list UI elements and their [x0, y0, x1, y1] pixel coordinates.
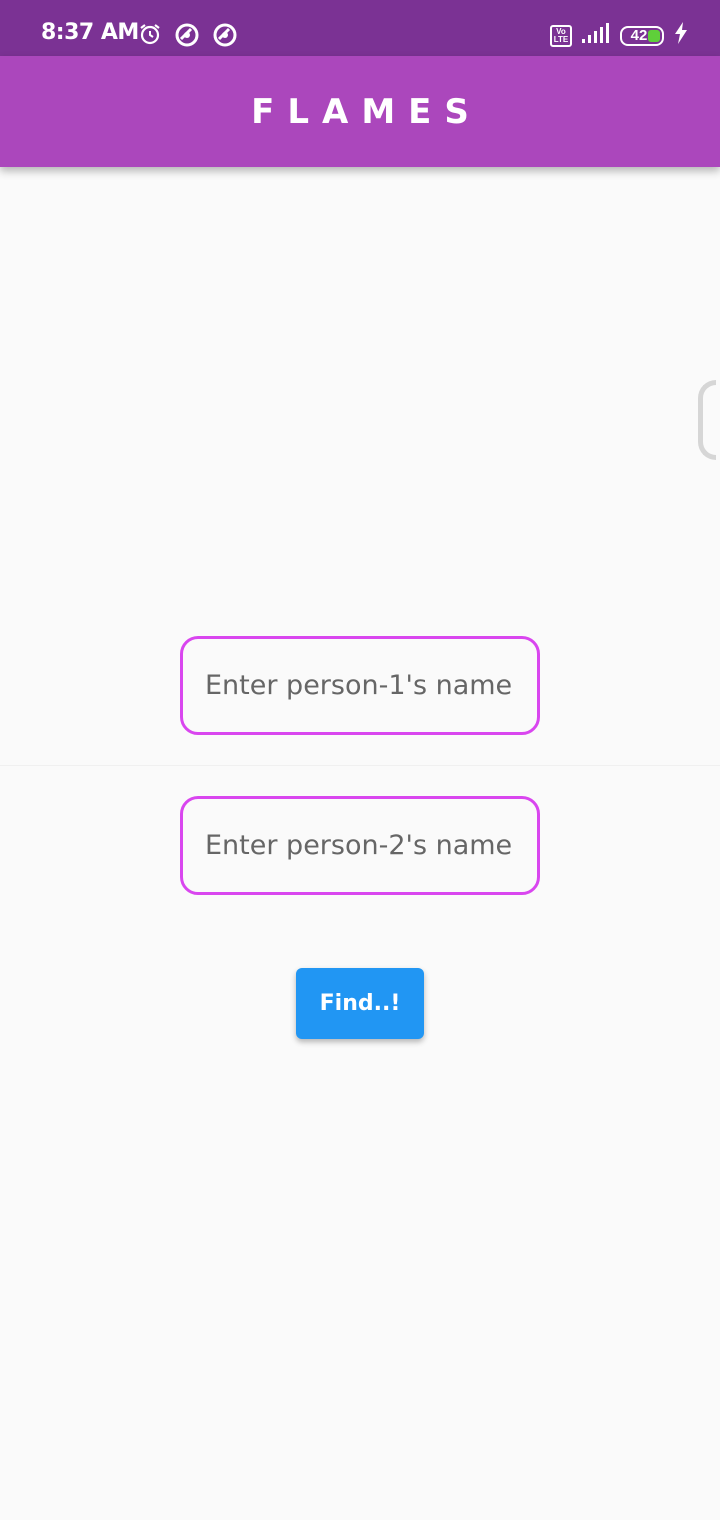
person1-name-input[interactable]	[180, 636, 540, 735]
person2-name-input[interactable]	[180, 796, 540, 895]
status-bar: 8:37 AM Vo LTE 42	[0, 0, 720, 56]
signal-icon	[582, 23, 610, 48]
volte-icon: Vo LTE	[550, 24, 572, 47]
data-saver-icon	[174, 22, 200, 48]
data-saver-icon-2	[212, 22, 238, 48]
battery-level: 42	[630, 27, 648, 44]
app-title: FLAMES	[251, 91, 482, 132]
status-notification-icons	[138, 22, 238, 48]
status-system-icons: Vo LTE 42	[550, 22, 688, 49]
edge-swipe-handle[interactable]	[698, 380, 716, 460]
app-bar: FLAMES	[0, 56, 720, 167]
find-button[interactable]: Find..!	[296, 968, 424, 1039]
alarm-icon	[138, 22, 162, 48]
status-time: 8:37 AM	[41, 20, 139, 45]
battery-fill	[648, 29, 660, 42]
battery-icon: 42	[620, 25, 664, 46]
charging-icon	[674, 22, 688, 49]
